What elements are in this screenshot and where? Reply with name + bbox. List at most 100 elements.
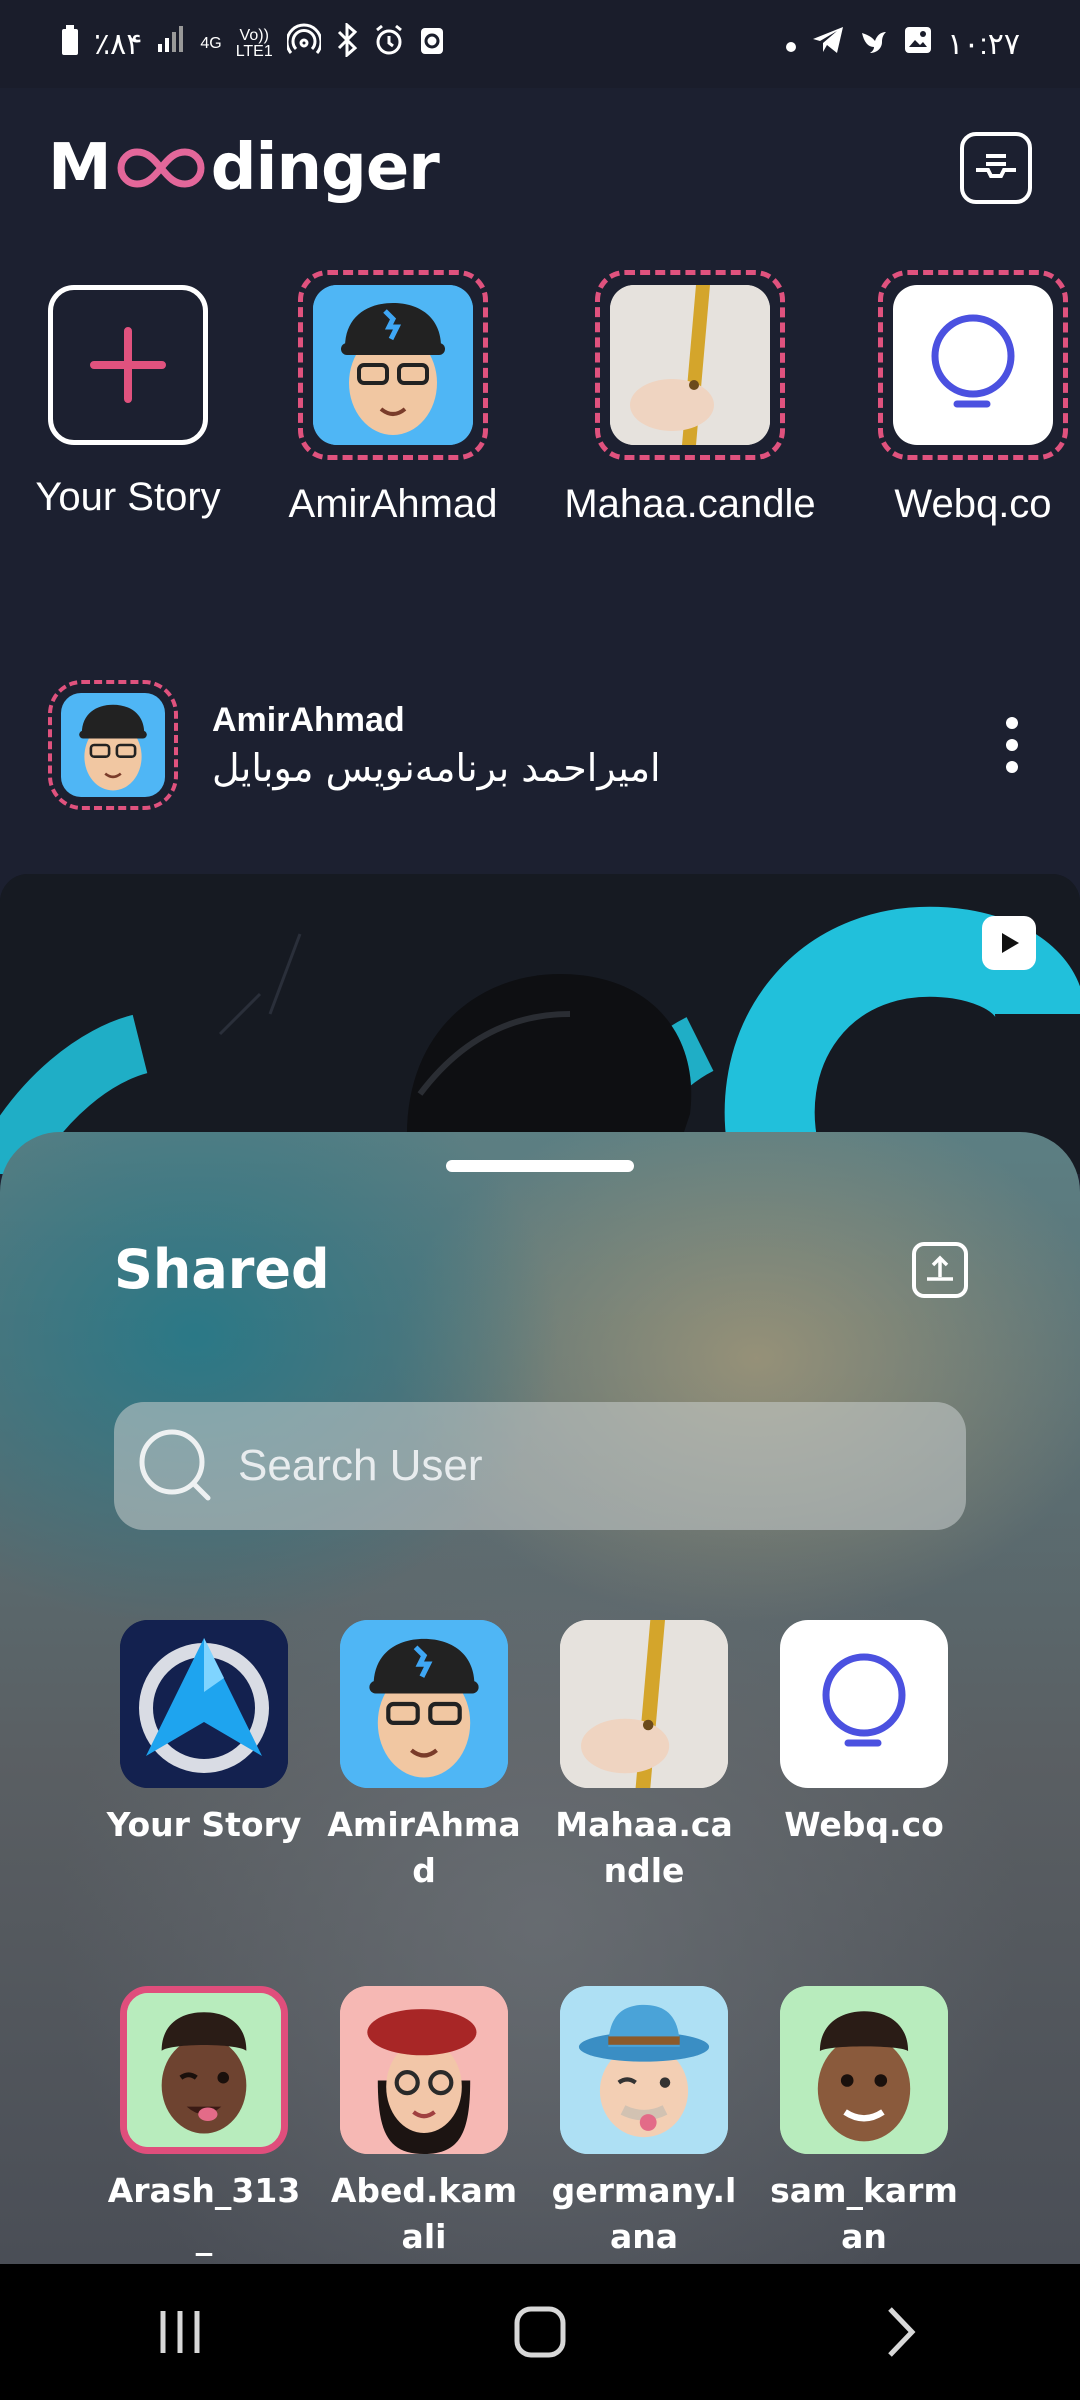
share-user-label: Abed.kamali <box>330 2171 518 2256</box>
bluetooth-icon <box>335 21 359 65</box>
story-avatar <box>893 285 1053 445</box>
status-right: ۱۰:۲۷ <box>785 25 1020 63</box>
webq-logo-icon <box>822 1653 906 1747</box>
more-options-button[interactable] <box>992 717 1032 773</box>
inbox-button[interactable] <box>960 132 1032 204</box>
webq-logo-icon <box>931 314 1015 408</box>
logo-prefix: M <box>48 131 112 205</box>
battery-icon <box>60 24 80 64</box>
story-avatar <box>313 285 473 445</box>
memoji-glasses-avatar <box>313 285 473 445</box>
video-indicator <box>982 916 1036 970</box>
memoji-smile-avatar <box>780 1986 948 2154</box>
search-user-input[interactable] <box>238 1441 918 1491</box>
volte-top: Vo)) <box>239 27 269 44</box>
share-user-avatar <box>340 1986 508 2154</box>
story-ring <box>298 270 488 460</box>
add-story-button[interactable] <box>48 285 208 445</box>
home-icon <box>514 2306 566 2358</box>
search-box[interactable] <box>114 1402 966 1530</box>
logo-suffix: dinger <box>210 131 440 205</box>
volte-indicator: Vo)) LTE1 <box>236 28 273 60</box>
candle-photo-avatar <box>610 285 770 445</box>
status-bar: ٪۸۴ 4G Vo)) LTE1 ۱۰:۲۷ <box>0 0 1080 88</box>
story-avatar <box>610 285 770 445</box>
volte-bottom: LTE1 <box>235 43 273 60</box>
post-meta: AmirAhmad امیراحمد برنامه‌نویس موبایل <box>212 701 992 790</box>
story-your-story[interactable]: Your Story <box>28 270 228 520</box>
status-left: ٪۸۴ 4G Vo)) LTE1 <box>60 21 445 65</box>
memoji-glasses-avatar <box>61 693 165 797</box>
share-user-label: Webq.co <box>784 1805 944 1844</box>
dot <box>1006 761 1018 773</box>
share-user-avatar <box>120 1986 288 2154</box>
dot <box>1006 739 1018 751</box>
inbox-icon <box>976 154 1016 178</box>
share-user-avatar <box>120 1620 288 1788</box>
story-label: AmirAhmad <box>288 482 498 526</box>
post-media[interactable] <box>0 874 1080 1174</box>
share-user-item[interactable]: sam_karman <box>764 1986 964 2260</box>
story-label: Mahaa.candle <box>564 482 816 526</box>
post-author-avatar <box>61 693 165 797</box>
story-label: Your Story <box>35 475 221 519</box>
bird-icon <box>859 25 889 63</box>
recents-icon <box>160 2311 200 2353</box>
story-amirahmad[interactable]: AmirAhmad <box>278 270 508 527</box>
search-icon <box>139 1429 211 1501</box>
upload-button[interactable] <box>912 1242 968 1298</box>
memoji-hat-avatar <box>560 1986 728 2154</box>
candle-photo-avatar <box>560 1620 728 1788</box>
post-author-name[interactable]: AmirAhmad <box>212 701 992 740</box>
share-user-item[interactable]: Mahaa.candle <box>544 1620 744 1894</box>
recycle-icon <box>419 24 445 64</box>
share-user-avatar <box>560 1986 728 2154</box>
share-user-item[interactable]: germany.lana <box>544 1986 744 2260</box>
share-user-label: AmirAhmad <box>327 1805 521 1890</box>
signal-icon <box>156 26 186 62</box>
share-user-item[interactable]: Webq.co <box>764 1620 964 1848</box>
plus-icon <box>90 327 166 403</box>
share-user-avatar <box>560 1620 728 1788</box>
app-header: M dinger <box>0 88 1080 248</box>
memoji-glasses-avatar <box>340 1620 508 1788</box>
sheet-drag-handle[interactable] <box>446 1160 634 1172</box>
story-ring <box>878 270 1068 460</box>
dot <box>1006 717 1018 729</box>
share-bottom-sheet: Shared Your Story AmirAhmad Mahaa.candle <box>0 1132 1080 2264</box>
memoji-beret-avatar <box>340 1986 508 2154</box>
system-nav-bar <box>0 2264 1080 2400</box>
share-user-avatar <box>780 1620 948 1788</box>
stories-row: Your Story AmirAhmad Mahaa.candle Webq.c… <box>0 270 1080 550</box>
play-icon <box>1002 933 1019 953</box>
back-button[interactable] <box>840 2282 960 2382</box>
share-user-item-selected[interactable]: Arash_313_ <box>104 1986 304 2260</box>
app-logo: M dinger <box>48 131 440 205</box>
story-webq[interactable]: Webq.co <box>868 270 1078 527</box>
clock-time: ۱۰:۲۷ <box>947 27 1020 61</box>
share-user-label: Your Story <box>106 1805 302 1844</box>
post-header: AmirAhmad امیراحمد برنامه‌نویس موبایل <box>0 670 1080 820</box>
share-user-item[interactable]: Abed.kamali <box>324 1986 524 2260</box>
share-user-item[interactable]: AmirAhmad <box>324 1620 524 1894</box>
recent-apps-button[interactable] <box>120 2282 240 2382</box>
share-user-avatar <box>780 1986 948 2154</box>
chevron-right-icon <box>888 2307 916 2357</box>
dot-icon <box>785 27 797 61</box>
network-type: 4G <box>200 35 222 52</box>
story-mahaa-candle[interactable]: Mahaa.candle <box>560 270 820 527</box>
post-avatar-ring[interactable] <box>48 680 178 810</box>
infinity-logo-icon <box>117 148 205 188</box>
story-label: Webq.co <box>894 482 1052 526</box>
memoji-wink-avatar <box>127 1993 281 2147</box>
upload-icon <box>927 1255 953 1281</box>
app-logo-avatar <box>120 1620 288 1788</box>
share-user-item[interactable]: Your Story <box>104 1620 304 1848</box>
post-description: امیراحمد برنامه‌نویس موبایل <box>212 745 661 790</box>
post-video-thumbnail <box>0 874 1080 1174</box>
alarm-icon <box>373 24 405 64</box>
telegram-icon <box>811 25 845 63</box>
gallery-icon <box>903 25 933 63</box>
sheet-title: Shared <box>114 1238 330 1301</box>
home-button[interactable] <box>480 2282 600 2382</box>
